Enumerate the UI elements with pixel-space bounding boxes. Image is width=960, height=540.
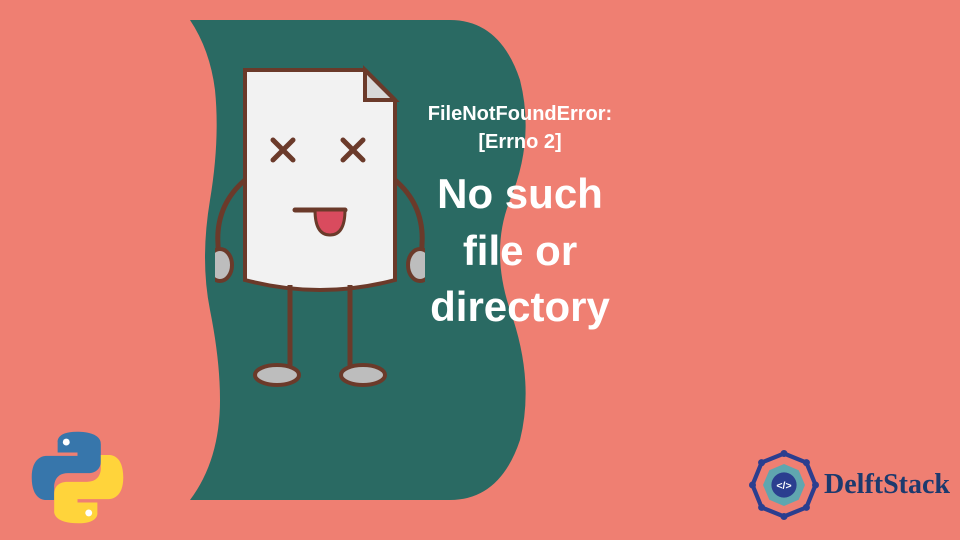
error-msg-2: file or [390, 223, 650, 280]
brand-name: DelftStack [824, 469, 950, 501]
svg-text:</>: </> [776, 480, 791, 492]
error-title: FileNotFoundError: [390, 100, 650, 128]
error-text-block: FileNotFoundError: [Errno 2] No such fil… [390, 100, 650, 336]
python-logo-icon [30, 430, 125, 525]
delftstack-logo-icon: </> [749, 450, 819, 520]
delftstack-brand: </> DelftStack [749, 450, 950, 520]
error-errno: [Errno 2] [390, 128, 650, 156]
error-msg-3: directory [390, 279, 650, 336]
error-msg-1: No such [390, 166, 650, 223]
